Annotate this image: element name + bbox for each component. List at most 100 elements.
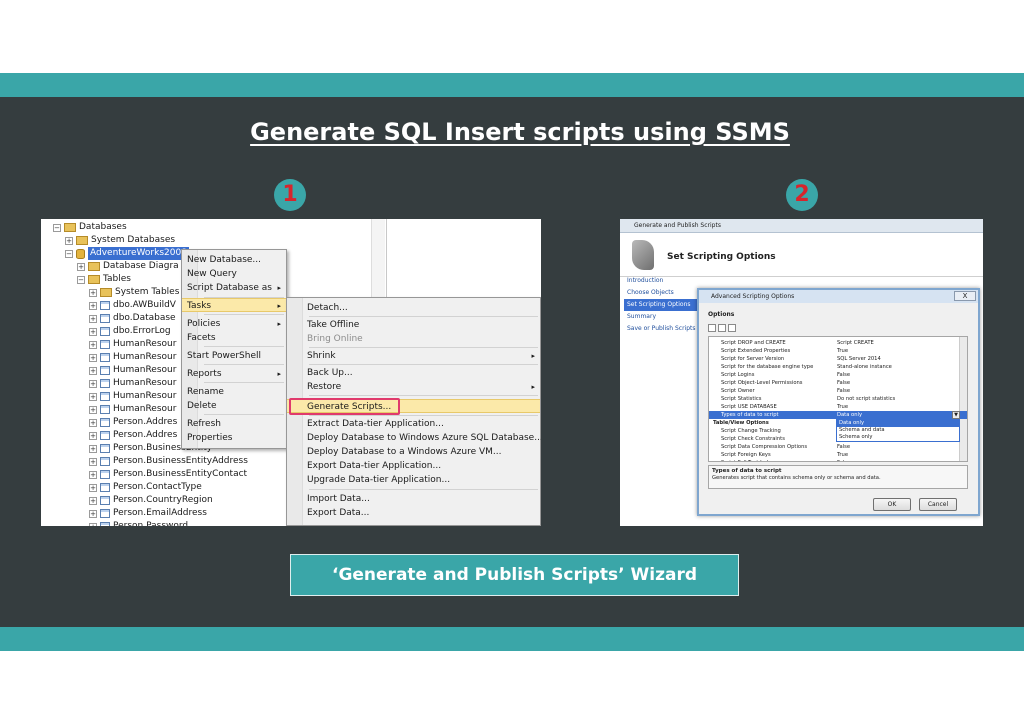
tree-node[interactable]: + Person.BusinessEntityAddress xyxy=(89,455,248,468)
tree-node[interactable]: − Databases xyxy=(53,221,127,234)
expand-toggle-icon[interactable]: + xyxy=(89,314,97,323)
menu-item-policies[interactable]: Policies ▸ xyxy=(182,317,286,331)
menu-item-import-data[interactable]: Import Data... xyxy=(287,492,540,506)
menu-item-take-offline[interactable]: Take Offline xyxy=(287,318,540,332)
tree-node[interactable]: + HumanResour xyxy=(89,390,176,403)
expand-toggle-icon[interactable]: + xyxy=(89,457,97,466)
expand-toggle-icon[interactable]: + xyxy=(89,470,97,479)
property-row[interactable]: Script USE DATABASE True xyxy=(709,403,967,411)
expand-toggle-icon[interactable]: + xyxy=(89,379,97,388)
menu-item-new-database[interactable]: New Database... xyxy=(182,253,286,267)
menu-item-restore[interactable]: Restore ▸ xyxy=(287,380,540,394)
expand-toggle-icon[interactable]: + xyxy=(89,522,97,526)
menu-item-properties[interactable]: Properties xyxy=(182,431,286,445)
expand-toggle-icon[interactable]: + xyxy=(89,405,97,414)
menu-item-deploy-azure-vm[interactable]: Deploy Database to a Windows Azure VM... xyxy=(287,445,540,459)
expand-toggle-icon[interactable]: − xyxy=(53,223,61,232)
expand-toggle-icon[interactable]: + xyxy=(89,392,97,401)
menu-item-export-data-tier[interactable]: Export Data-tier Application... xyxy=(287,459,540,473)
tree-node[interactable]: − Tables xyxy=(77,273,131,286)
tree-node[interactable]: + dbo.AWBuildV xyxy=(89,299,176,312)
menu-item-export-data[interactable]: Export Data... xyxy=(287,506,540,520)
expand-toggle-icon[interactable]: + xyxy=(89,327,97,336)
menu-item-delete[interactable]: Delete xyxy=(182,399,286,413)
menu-item-new-query[interactable]: New Query xyxy=(182,267,286,281)
menu-item-start-powershell[interactable]: Start PowerShell xyxy=(182,349,286,363)
menu-item-refresh[interactable]: Refresh xyxy=(182,417,286,431)
dropdown-option[interactable]: Schema only xyxy=(837,434,959,441)
menu-item-script-database-as[interactable]: Script Database as ▸ xyxy=(182,281,286,295)
dropdown-option[interactable]: Data only xyxy=(837,420,959,427)
property-row[interactable]: Script Full-Text Indexes False xyxy=(709,459,967,461)
expand-toggle-icon[interactable]: + xyxy=(89,288,97,297)
menu-item-reports[interactable]: Reports ▸ xyxy=(182,367,286,381)
property-row[interactable]: Script for the database engine type Stand… xyxy=(709,363,967,371)
menu-item-shrink[interactable]: Shrink ▸ xyxy=(287,349,540,363)
tree-node[interactable]: + Person.Addres xyxy=(89,429,177,442)
ok-button[interactable]: OK xyxy=(873,498,911,511)
expand-toggle-icon[interactable]: + xyxy=(89,366,97,375)
tree-node[interactable]: + Person.Password xyxy=(89,520,188,526)
tree-node[interactable]: + Person.ContactType xyxy=(89,481,202,494)
tree-node[interactable]: + Person.CountryRegion xyxy=(89,494,213,507)
expand-toggle-icon[interactable]: − xyxy=(65,249,73,258)
expand-toggle-icon[interactable]: + xyxy=(89,444,97,453)
tree-node[interactable]: + HumanResour xyxy=(89,351,176,364)
tree-node[interactable]: + HumanResour xyxy=(89,364,176,377)
tree-node[interactable]: + Person.BusinessEntityContact xyxy=(89,468,247,481)
tree-node[interactable]: + Database Diagra xyxy=(77,260,179,273)
tree-node[interactable]: + HumanResour xyxy=(89,338,176,351)
property-row[interactable]: Script Object-Level Permissions False xyxy=(709,379,967,387)
expand-toggle-icon[interactable]: + xyxy=(65,236,73,245)
dropdown-arrow-icon[interactable]: ▼ xyxy=(952,411,960,419)
expand-toggle-icon[interactable]: + xyxy=(89,301,97,310)
alphabetical-icon[interactable] xyxy=(718,324,726,332)
close-icon[interactable]: X xyxy=(954,291,976,301)
expand-toggle-icon[interactable]: + xyxy=(77,262,85,271)
tree-node[interactable]: − AdventureWorks2008 xyxy=(65,247,189,260)
wizard-nav-item[interactable]: Summary xyxy=(624,311,698,323)
expand-toggle-icon[interactable]: + xyxy=(89,483,97,492)
expand-toggle-icon[interactable]: + xyxy=(89,340,97,349)
property-row[interactable]: Script Extended Properties True xyxy=(709,347,967,355)
expand-toggle-icon[interactable]: − xyxy=(77,275,85,284)
wizard-nav-item[interactable]: Introduction xyxy=(624,275,698,287)
property-row[interactable]: Script Data Compression Options False xyxy=(709,443,967,451)
tree-node[interactable]: + HumanResour xyxy=(89,403,176,416)
tree-node[interactable]: + System Databases xyxy=(65,234,175,247)
menu-item-back-up[interactable]: Back Up... xyxy=(287,366,540,380)
menu-item-facets[interactable]: Facets xyxy=(182,331,286,345)
expand-toggle-icon[interactable]: + xyxy=(89,418,97,427)
menu-item-rename[interactable]: Rename xyxy=(182,385,286,399)
expand-toggle-icon[interactable]: + xyxy=(89,509,97,518)
tree-node[interactable]: + dbo.Database xyxy=(89,312,176,325)
property-row[interactable]: Script Owner False xyxy=(709,387,967,395)
cancel-button[interactable]: Cancel xyxy=(919,498,957,511)
property-row[interactable]: Script DROP and CREATE Script CREATE xyxy=(709,339,967,347)
explorer-scrollbar[interactable] xyxy=(371,219,385,299)
property-row[interactable]: Script Foreign Keys True xyxy=(709,451,967,459)
tree-node[interactable]: + Person.Addres xyxy=(89,416,177,429)
expand-toggle-icon[interactable]: + xyxy=(89,496,97,505)
property-pages-icon[interactable] xyxy=(728,324,736,332)
property-row[interactable]: Script for Server Version SQL Server 2014 xyxy=(709,355,967,363)
property-row[interactable]: Types of data to script Data only xyxy=(709,411,967,419)
tree-node[interactable]: + dbo.ErrorLog xyxy=(89,325,171,338)
menu-item-extract-data-tier[interactable]: Extract Data-tier Application... xyxy=(287,417,540,431)
menu-item-upgrade-data-tier[interactable]: Upgrade Data-tier Application... xyxy=(287,473,540,487)
property-row[interactable]: Script Statistics Do not script statistic… xyxy=(709,395,967,403)
wizard-nav-item[interactable]: Set Scripting Options xyxy=(624,299,698,311)
tree-node[interactable]: + HumanResour xyxy=(89,377,176,390)
expand-toggle-icon[interactable]: + xyxy=(89,431,97,440)
menu-item-deploy-azure-sql[interactable]: Deploy Database to Windows Azure SQL Dat… xyxy=(287,431,541,445)
tree-node[interactable]: + Person.EmailAddress xyxy=(89,507,207,520)
menu-item-detach[interactable]: Detach... xyxy=(287,301,540,315)
wizard-nav-item[interactable]: Choose Objects xyxy=(624,287,698,299)
tree-node[interactable]: + System Tables xyxy=(89,286,179,299)
expand-toggle-icon[interactable]: + xyxy=(89,353,97,362)
menu-item-tasks[interactable]: Tasks ▸ xyxy=(182,298,286,312)
wizard-nav-item[interactable]: Save or Publish Scripts xyxy=(624,323,698,335)
categorized-icon[interactable] xyxy=(708,324,716,332)
dropdown-option[interactable]: Schema and data xyxy=(837,427,959,434)
property-row[interactable]: Script Logins False xyxy=(709,371,967,379)
